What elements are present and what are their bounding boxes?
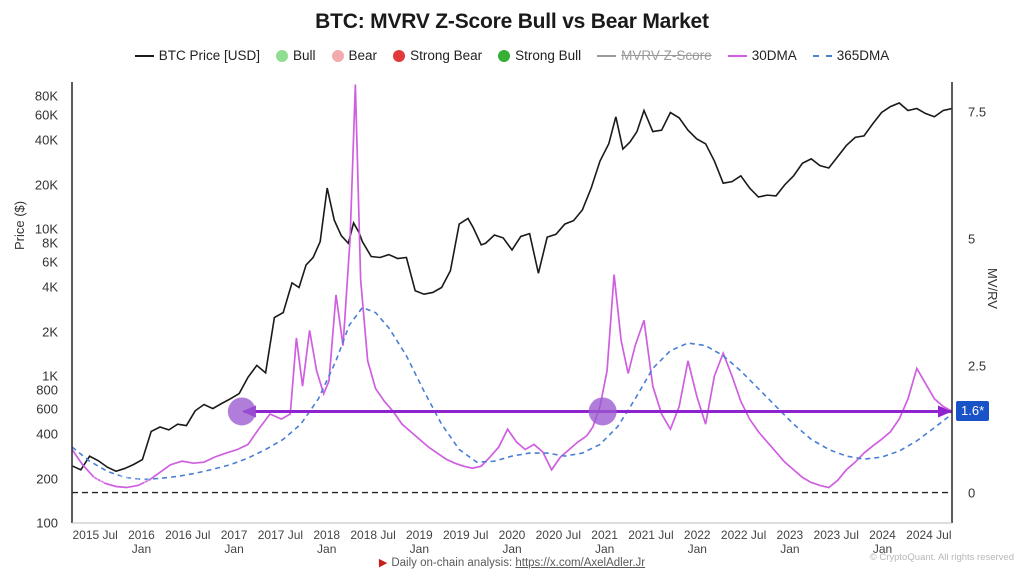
y-tick-left: 4K: [42, 279, 58, 295]
x-tick: 2016 Jan: [128, 528, 155, 556]
chart-screenshot: BTC: MVRV Z-Score Bull vs Bear Market BT…: [0, 0, 1024, 576]
x-tick: 2021 Jul: [628, 528, 674, 542]
x-tick: 2024 Jul: [906, 528, 952, 542]
y-tick-left: 400: [36, 426, 58, 442]
x-tick: 2019 Jan: [406, 528, 433, 556]
plot-area: [0, 0, 1024, 576]
y-tick-left: 800: [36, 382, 58, 398]
x-tick: 2023 Jul: [813, 528, 859, 542]
y-tick-left: 1K: [42, 368, 58, 384]
y-tick-left: 60K: [34, 107, 58, 123]
x-tick: 2017 Jan: [220, 528, 248, 556]
y-tick-left: 200: [36, 471, 58, 487]
y-tick-left: 80K: [34, 88, 58, 104]
y-tick-left: 100: [36, 515, 58, 531]
x-tick: 2016 Jul: [165, 528, 211, 542]
y-tick-left: 10K: [34, 221, 58, 237]
annotation-marker-2: [588, 397, 617, 426]
y-axis-left-ticks: 80K 60K 40K 20K 10K 8K 6K 4K 2K 1K 800 600 400 200 100: [0, 0, 68, 576]
x-tick: 2022 Jan: [683, 528, 711, 556]
y-tick-left: 6K: [42, 254, 58, 270]
x-tick: 2021 Jan: [591, 528, 618, 556]
x-tick: 2020 Jan: [498, 528, 526, 556]
y-axis-right-label: MV/RV: [985, 268, 1000, 309]
y-tick-left: 600: [36, 401, 58, 417]
y-axis-left-label: Price ($): [12, 200, 27, 250]
annotation-marker-1: [227, 397, 256, 426]
x-tick: 2022 Jul: [720, 528, 767, 542]
y-tick-right: 7.5: [968, 104, 987, 120]
play-triangle-icon: ▶: [378, 557, 388, 569]
y-tick-left: 20K: [34, 177, 58, 193]
copyright-text: © CryptoQuant. All rights reserved: [869, 552, 1014, 563]
x-tick: 2020 Jul: [535, 528, 581, 542]
current-value-badge: 1.6*: [956, 401, 990, 422]
x-tick: 2017 Jul: [257, 528, 304, 542]
y-tick-left: 2K: [42, 324, 58, 340]
x-tick: 2019 Jul: [442, 528, 489, 542]
y-tick-right: 0: [968, 485, 976, 501]
y-tick-left: 8K: [42, 235, 58, 251]
x-tick: 2015 Jul: [72, 528, 118, 542]
y-tick-left: 40K: [34, 132, 58, 148]
chart-canvas: [71, 82, 953, 524]
footer-prefix: Daily on-chain analysis:: [391, 557, 513, 569]
y-tick-right: 5: [968, 231, 976, 247]
x-tick: 2018 Jul: [350, 528, 396, 542]
y-tick-right: 2.5: [968, 358, 987, 374]
x-tick: 2018 Jan: [313, 528, 341, 556]
footer-link[interactable]: https://x.com/AxelAdler.Jr: [515, 557, 645, 569]
